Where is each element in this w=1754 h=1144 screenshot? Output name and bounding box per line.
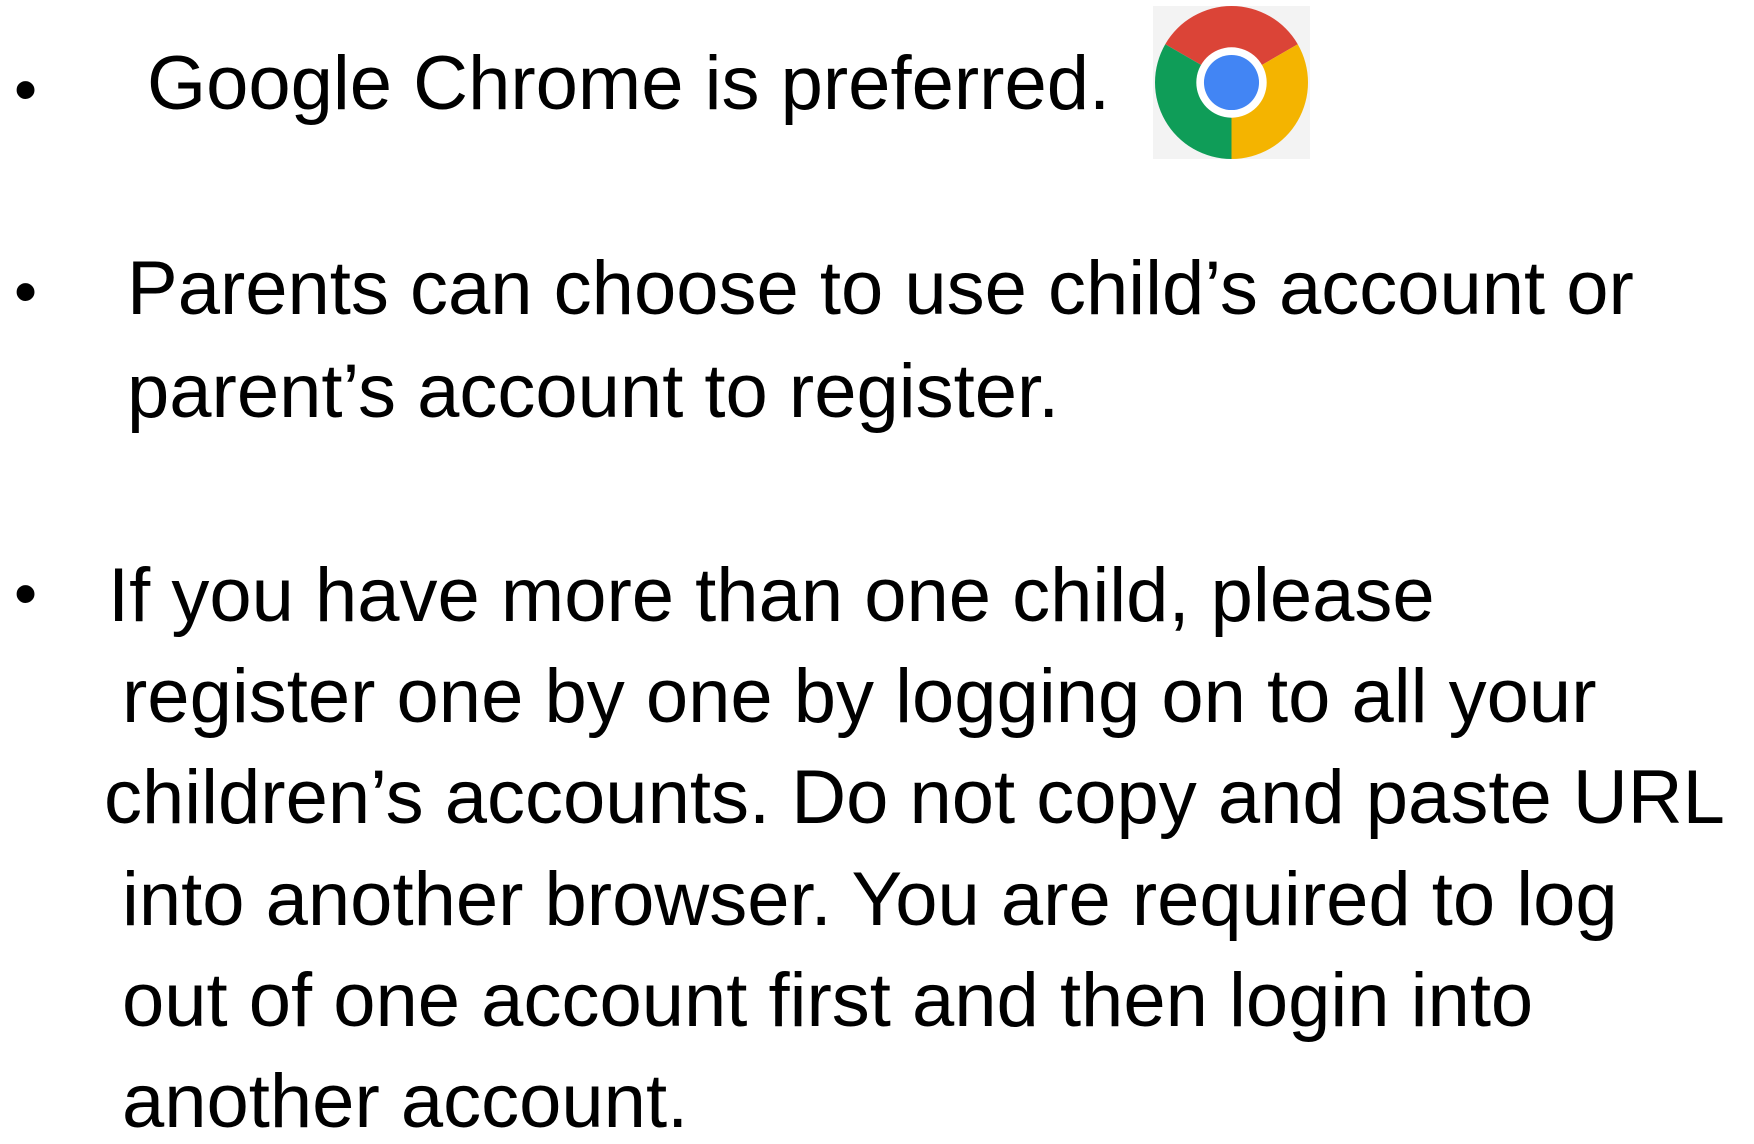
bullet-text-line: out of one account first and then login … [122,958,1534,1043]
bullet-text-line: children’s accounts. Do not copy and pas… [104,755,1725,840]
bullet-marker: • [14,556,38,630]
bullet-text-line: register one by one by logging on to all… [122,654,1597,739]
chrome-logo [1153,6,1310,159]
google-chrome-icon [1155,6,1308,159]
bullet-text-line: another account. [122,1059,689,1144]
bullet-marker: • [14,52,38,126]
bullet-text-line: into another browser. You are required t… [122,857,1618,942]
bullet-text-line: Parents can choose to use child’s accoun… [127,246,1634,331]
bullet-text-line: parent’s account to register. [127,349,1060,434]
bullet-text-line: Google Chrome is preferred. [147,41,1111,126]
bullet-marker: • [14,254,38,328]
bullet-text-line: If you have more than one child, please [108,553,1435,638]
